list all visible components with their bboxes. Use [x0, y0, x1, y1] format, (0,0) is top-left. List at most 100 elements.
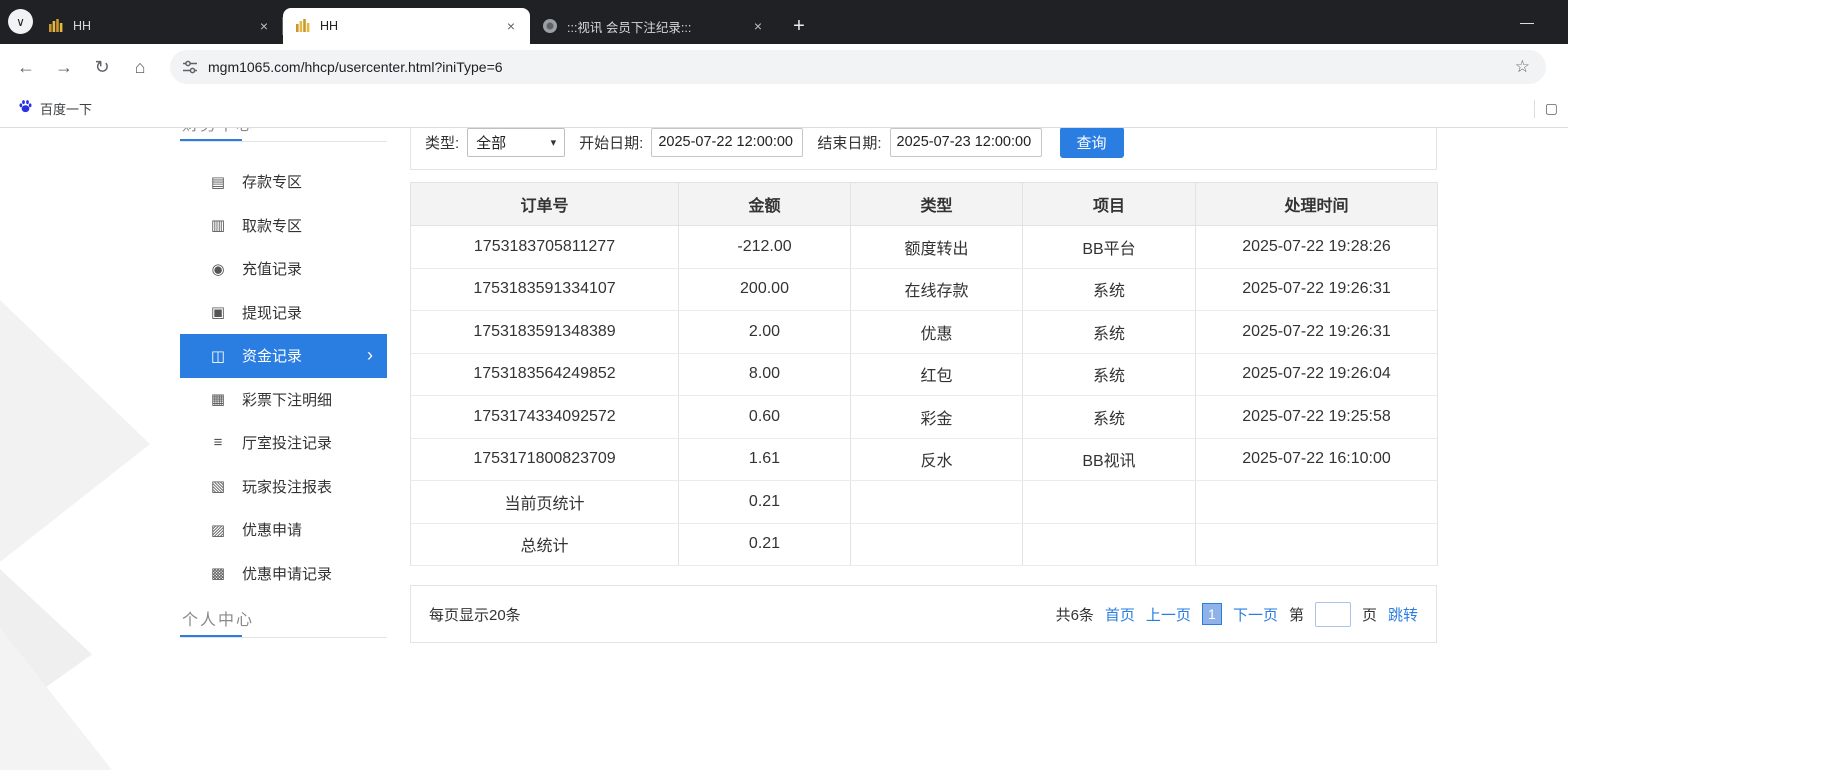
- column-header-type: 类型: [850, 182, 1023, 226]
- table-cell: [1022, 480, 1196, 524]
- table-cell: [850, 480, 1023, 524]
- sidebar-item-promo-apply-records[interactable]: ▩ 优惠申请记录: [180, 552, 387, 596]
- section-header-personal: 个人中心: [182, 612, 255, 629]
- table-row: 1753174334092572 0.60 彩金 系统 2025-07-22 1…: [410, 395, 1438, 439]
- chevron-right-icon: ›: [367, 345, 373, 366]
- table-row-grand-total: 总统计 0.21: [410, 522, 1438, 566]
- browser-window: ∨ HH × HH × :::视讯 会员下注纪录::: × + — ← → ↻ …: [0, 0, 1822, 770]
- type-select[interactable]: 全部 ▾: [467, 128, 566, 157]
- table-header-row: 订单号 金额 类型 项目 处理时间: [410, 182, 1438, 226]
- tab-hh-2-active[interactable]: HH ×: [283, 8, 530, 44]
- bookmark-star-icon[interactable]: ☆: [1511, 57, 1534, 77]
- table-cell: 1753183705811277: [410, 225, 679, 269]
- table-row: 1753183564249852 8.00 红包 系统 2025-07-22 1…: [410, 352, 1438, 396]
- table-cell: 当前页统计: [410, 480, 679, 524]
- table-cell: 1753183564249852: [410, 352, 679, 396]
- lottery-detail-icon: ▦: [210, 391, 226, 409]
- sidebar-item-player-bet-report[interactable]: ▧ 玩家投注报表: [180, 465, 387, 509]
- next-page-link[interactable]: 下一页: [1233, 604, 1278, 625]
- tab-hh-1[interactable]: HH ×: [36, 8, 283, 44]
- column-header-amount: 金额: [678, 182, 851, 226]
- table-cell: 系统: [1022, 352, 1196, 396]
- column-header-process-time: 处理时间: [1195, 182, 1438, 226]
- close-icon[interactable]: ×: [502, 17, 520, 35]
- pagination-bar: 每页显示20条 共6条 首页 上一页 1 下一页 第 页 跳转: [410, 585, 1437, 643]
- sidebar-item-promo-apply[interactable]: ▨ 优惠申请: [180, 508, 387, 552]
- home-button[interactable]: ⌂: [124, 51, 156, 83]
- funds-icon: ◫: [210, 347, 226, 365]
- forward-button[interactable]: →: [48, 51, 80, 83]
- page-jump-input[interactable]: [1314, 601, 1351, 627]
- back-button[interactable]: ←: [10, 51, 42, 83]
- table-cell: 2025-07-22 19:26:04: [1195, 352, 1438, 396]
- table-cell: 额度转出: [850, 225, 1023, 269]
- jump-link[interactable]: 跳转: [1388, 604, 1418, 625]
- start-date-label: 开始日期:: [579, 134, 644, 152]
- site-info-icon[interactable]: [182, 59, 198, 75]
- tab-search-button[interactable]: ∨: [8, 9, 33, 34]
- sidebar-item-withdraw-zone[interactable]: ▥ 取款专区: [180, 204, 387, 248]
- background-triangle-decoration: [0, 300, 150, 562]
- type-label: 类型:: [425, 134, 460, 152]
- table-cell: 2025-07-22 19:28:26: [1195, 225, 1438, 269]
- table-cell: 1753174334092572: [410, 395, 679, 439]
- table-cell: [1022, 522, 1196, 566]
- sidebar-item-funds-records[interactable]: ◫ 资金记录 ›: [180, 334, 387, 378]
- hall-records-icon: ≡: [213, 434, 223, 452]
- table-cell: 1753171800823709: [410, 437, 679, 481]
- bookmark-baidu[interactable]: 百度一下: [10, 95, 100, 123]
- table-cell: 2025-07-22 19:25:58: [1195, 395, 1438, 439]
- sidebar-item-label: 玩家投注报表: [242, 478, 333, 496]
- sidebar-item-label: 存款专区: [242, 174, 303, 192]
- sidebar-item-deposit-zone[interactable]: ▤ 存款专区: [180, 160, 387, 204]
- reload-button[interactable]: ↻: [86, 51, 118, 83]
- withdraw-icon: ▥: [210, 217, 226, 235]
- per-page-text: 每页显示20条: [429, 606, 521, 624]
- table-row: 1753183591348389 2.00 优惠 系统 2025-07-22 1…: [410, 310, 1438, 354]
- site-favicon: [48, 18, 64, 34]
- side-panel-icon[interactable]: ▢: [1545, 100, 1558, 117]
- first-page-link[interactable]: 首页: [1105, 604, 1135, 625]
- end-date-label: 结束日期:: [817, 134, 882, 152]
- table-cell: 红包: [850, 352, 1023, 396]
- close-icon[interactable]: ×: [749, 17, 767, 35]
- address-bar[interactable]: mgm1065.com/hhcp/usercenter.html?iniType…: [170, 50, 1546, 84]
- sidebar: 财务中心 ▤ 存款专区 ▥ 取款专区 ◉ 充值记录: [180, 128, 387, 770]
- table-cell: 在线存款: [850, 267, 1023, 311]
- sidebar-item-lottery-bet-details[interactable]: ▦ 彩票下注明细: [180, 378, 387, 422]
- minimize-button[interactable]: —: [1510, 14, 1544, 30]
- new-tab-button[interactable]: +: [785, 12, 813, 40]
- sidebar-item-recharge-records[interactable]: ◉ 充值记录: [180, 247, 387, 291]
- section-header-finance: 财务中心: [182, 128, 254, 135]
- withdrawal-record-icon: ▣: [210, 304, 226, 322]
- tab-title: :::视讯 会员下注纪录:::: [567, 20, 692, 35]
- end-date-input[interactable]: [889, 128, 1042, 157]
- sidebar-item-label: 资金记录: [242, 348, 303, 366]
- table-cell: -212.00: [678, 225, 851, 269]
- recharge-icon: ◉: [211, 260, 225, 278]
- tab-strip: ∨ HH × HH × :::视讯 会员下注纪录::: × + —: [0, 0, 1568, 44]
- sidebar-item-label: 彩票下注明细: [242, 391, 333, 409]
- start-date-input[interactable]: [651, 128, 804, 157]
- tab-video-records[interactable]: :::视讯 会员下注纪录::: ×: [530, 8, 777, 44]
- sidebar-item-hall-bet-records[interactable]: ≡ 厅室投注记录: [180, 421, 387, 465]
- jump-label-pre: 第: [1288, 606, 1304, 624]
- bookmark-label: 百度一下: [40, 102, 93, 117]
- table-cell: 2025-07-22 16:10:00: [1195, 437, 1438, 481]
- table-cell: 系统: [1022, 267, 1196, 311]
- main-content: 类型: 全部 ▾ 开始日期: 结束日期: 查询: [410, 128, 1438, 770]
- current-page-badge[interactable]: 1: [1201, 603, 1222, 625]
- table-cell: [1195, 480, 1438, 524]
- sidebar-item-withdrawal-records[interactable]: ▣ 提现记录: [180, 291, 387, 335]
- prev-page-link[interactable]: 上一页: [1146, 604, 1191, 625]
- section-underline: [180, 141, 387, 142]
- table-cell: 彩金: [850, 395, 1023, 439]
- table-cell: 1.61: [678, 437, 851, 481]
- type-select-value: 全部: [476, 134, 507, 152]
- query-button[interactable]: 查询: [1059, 128, 1124, 158]
- bookmarks-bar: 百度一下 ▢: [0, 90, 1568, 128]
- column-header-project: 项目: [1022, 182, 1196, 226]
- close-icon[interactable]: ×: [255, 17, 273, 35]
- site-favicon: [295, 18, 311, 34]
- toolbar: ← → ↻ ⌂ mgm1065.com/hhcp/usercenter.html…: [0, 44, 1568, 90]
